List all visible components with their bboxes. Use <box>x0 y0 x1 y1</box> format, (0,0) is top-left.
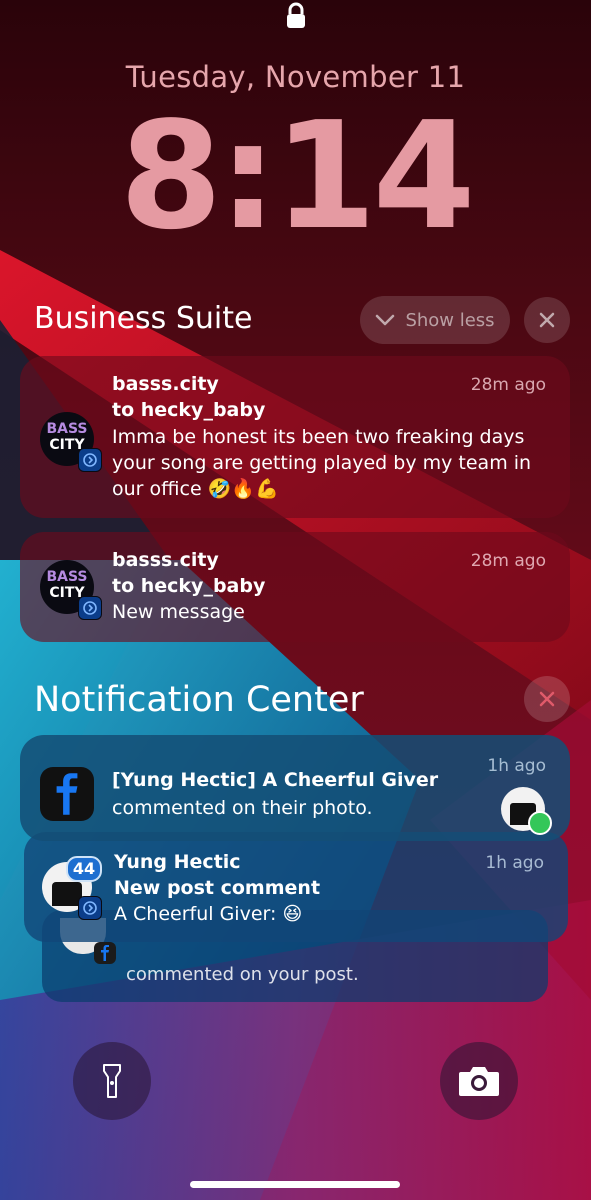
lockscreen-clock: 8:14 <box>119 90 475 262</box>
notification-subtitle: New post comment <box>114 877 321 899</box>
notification-body: commented on your post. <box>126 964 359 985</box>
notification-sender: Yung Hectic <box>114 851 241 873</box>
notification-sender: basss.city <box>112 373 219 395</box>
clear-business-suite-button[interactable] <box>524 297 570 343</box>
facebook-app-icon <box>40 767 94 821</box>
notification-body: New message <box>112 601 245 623</box>
comment-badge-icon <box>528 811 552 835</box>
notification-body: commented on their photo. <box>112 797 373 819</box>
clear-notification-center-button[interactable] <box>524 676 570 722</box>
unread-count-badge: 44 <box>66 856 102 882</box>
lockscreen-date: Tuesday, November 11 <box>125 60 466 94</box>
notification-time: 28m ago <box>470 375 546 395</box>
notification-card-yung-hectic[interactable]: 44 Yung Hectic 1h ago New post comment A… <box>24 832 568 942</box>
notification-subtitle: to hecky_baby <box>112 575 266 597</box>
show-less-label: Show less <box>405 309 495 331</box>
camera-button[interactable] <box>440 1042 518 1120</box>
notification-card-basss-city-1[interactable]: BASS CITY basss.city 28m ago to hecky_ba… <box>20 356 570 518</box>
camera-icon <box>459 1067 499 1096</box>
home-indicator[interactable] <box>190 1181 400 1188</box>
messenger-badge-icon <box>78 596 102 620</box>
messenger-badge-icon <box>78 448 102 472</box>
notification-title: [Yung Hectic] A Cheerful Giver <box>112 769 439 791</box>
facebook-badge-icon <box>94 942 116 964</box>
notification-time: 1h ago <box>487 756 546 776</box>
close-icon <box>539 312 555 328</box>
notification-subtitle: to hecky_baby <box>112 399 266 421</box>
notification-body: Imma be honest its been two freaking day… <box>112 426 532 500</box>
notification-card-basss-city-2[interactable]: BASS CITY basss.city 28m ago to hecky_ba… <box>20 532 570 642</box>
notification-sender: basss.city <box>112 549 219 571</box>
show-less-button[interactable]: Show less <box>360 296 510 344</box>
close-icon <box>539 691 555 707</box>
messenger-badge-icon <box>78 896 102 920</box>
lock-icon <box>287 2 305 28</box>
notification-time: 28m ago <box>470 551 546 571</box>
flashlight-icon <box>103 1064 121 1098</box>
chevron-down-icon <box>376 314 395 326</box>
flashlight-button[interactable] <box>73 1042 151 1120</box>
notification-time: 1h ago <box>485 853 544 873</box>
group-title-notification-center: Notification Center <box>34 680 364 720</box>
notification-card-facebook[interactable]: [Yung Hectic] A Cheerful Giver commented… <box>20 735 570 841</box>
notification-body: A Cheerful Giver: 😆 <box>114 903 303 925</box>
group-title-business-suite: Business Suite <box>34 301 253 336</box>
